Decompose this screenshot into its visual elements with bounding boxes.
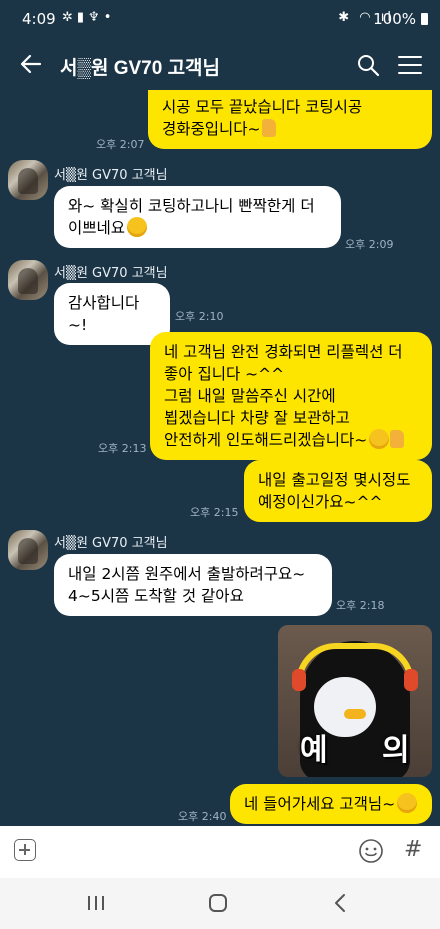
message-time: 오후 2:40 — [178, 810, 227, 823]
message-time: 오후 2:10 — [175, 310, 224, 323]
hamburger-menu-icon[interactable] — [398, 54, 422, 76]
message-text: 내일 2시쯤 원주에서 출발하려구요~ 4~5시쯤 도착할 것 같아요 — [68, 565, 306, 605]
sticker-ear-left — [292, 669, 306, 691]
message-time: 오후 2:13 — [98, 442, 147, 455]
message-bubble-theirs[interactable]: 내일 2시쯤 원주에서 출발하려구요~ 4~5시쯤 도착할 것 같아요 — [54, 554, 332, 616]
hash-icon[interactable]: # — [404, 837, 422, 862]
message-bubble-mine[interactable]: 네 고객님 완전 경화되면 리플렉션 더 좋아 집니다 ~^^ 그럼 내일 말씀… — [150, 332, 432, 460]
thumbs-up-emoji-icon — [390, 430, 405, 448]
smile-icon[interactable] — [358, 838, 384, 864]
sticker-ear-right — [404, 669, 418, 691]
penguin-sticker[interactable]: 예 의 — [278, 625, 432, 777]
message-text: 내일 출고일정 몇시정도 예정이신가요~^^ — [258, 471, 411, 511]
sticker-text-left: 예 — [300, 733, 328, 768]
emoji-icon — [397, 793, 418, 813]
status-time: 4:09 — [22, 10, 56, 28]
sticker-text-right: 의 — [382, 733, 410, 768]
message-text: 네 들어가세요 고객님~ — [244, 795, 396, 813]
message-text: 네 고객님 완전 경화되면 리플렉션 더 좋아 집니다 ~^^ 그럼 내일 말씀… — [164, 343, 403, 449]
message-bubble-mine[interactable]: 시공 모두 끝났습니다 코팅시공 경화중입니다~ — [148, 90, 432, 149]
sticker-beak — [344, 709, 366, 719]
message-text: 감사합니다~! — [68, 294, 140, 334]
chat-header: 서▒원 GV70 고객님 — [0, 40, 440, 90]
battery-icon — [421, 13, 428, 25]
sticker-headphone — [296, 643, 414, 683]
search-icon[interactable] — [356, 53, 380, 77]
message-bubble-mine[interactable]: 네 들어가세요 고객님~ — [230, 784, 432, 824]
message-time: 오후 2:07 — [96, 138, 145, 151]
chat-area[interactable]: 시공 모두 끝났습니다 코팅시공 경화중입니다~ 오후 2:07 서▒원 GV7… — [0, 90, 440, 826]
chat-title: 서▒원 GV70 고객님 — [60, 58, 221, 79]
avatar[interactable] — [8, 160, 48, 200]
sender-name: 서▒원 GV70 고객님 — [54, 266, 168, 281]
smile-emoji-icon — [369, 429, 390, 449]
plus-icon[interactable] — [14, 839, 36, 861]
system-nav-bar — [0, 878, 440, 929]
thumbs-up-emoji-icon — [261, 119, 276, 137]
home-icon[interactable] — [209, 894, 227, 912]
sender-name: 서▒원 GV70 고객님 — [54, 168, 168, 183]
recent-apps-icon[interactable] — [86, 895, 106, 911]
back-nav-icon[interactable] — [333, 893, 347, 913]
message-bubble-mine[interactable]: 내일 출고일정 몇시정도 예정이신가요~^^ — [244, 460, 432, 522]
message-time: 오후 2:18 — [336, 599, 385, 612]
sender-name: 서▒원 GV70 고객님 — [54, 536, 168, 551]
message-time: 오후 2:15 — [190, 506, 239, 519]
message-bubble-theirs[interactable]: 감사합니다~! — [54, 283, 170, 345]
emoji-icon — [127, 217, 148, 237]
notification-icons: ✲▮♆• — [62, 10, 116, 25]
battery-percent: 100% — [373, 10, 416, 28]
avatar[interactable] — [8, 260, 48, 300]
message-bubble-theirs[interactable]: 와~ 확실히 코팅하고나니 빤짝한게 더 이쁘네요 — [54, 186, 341, 248]
message-input-bar[interactable]: # — [0, 826, 440, 878]
message-text: 와~ 확실히 코팅하고나니 빤짝한게 더 이쁘네요 — [68, 197, 315, 237]
message-time: 오후 2:09 — [345, 238, 394, 251]
avatar[interactable] — [8, 530, 48, 570]
status-bar: 4:09 ✲▮♆• ✱ ◠ ıl 100% — [0, 0, 440, 40]
arrow-left-icon[interactable] — [18, 51, 44, 77]
